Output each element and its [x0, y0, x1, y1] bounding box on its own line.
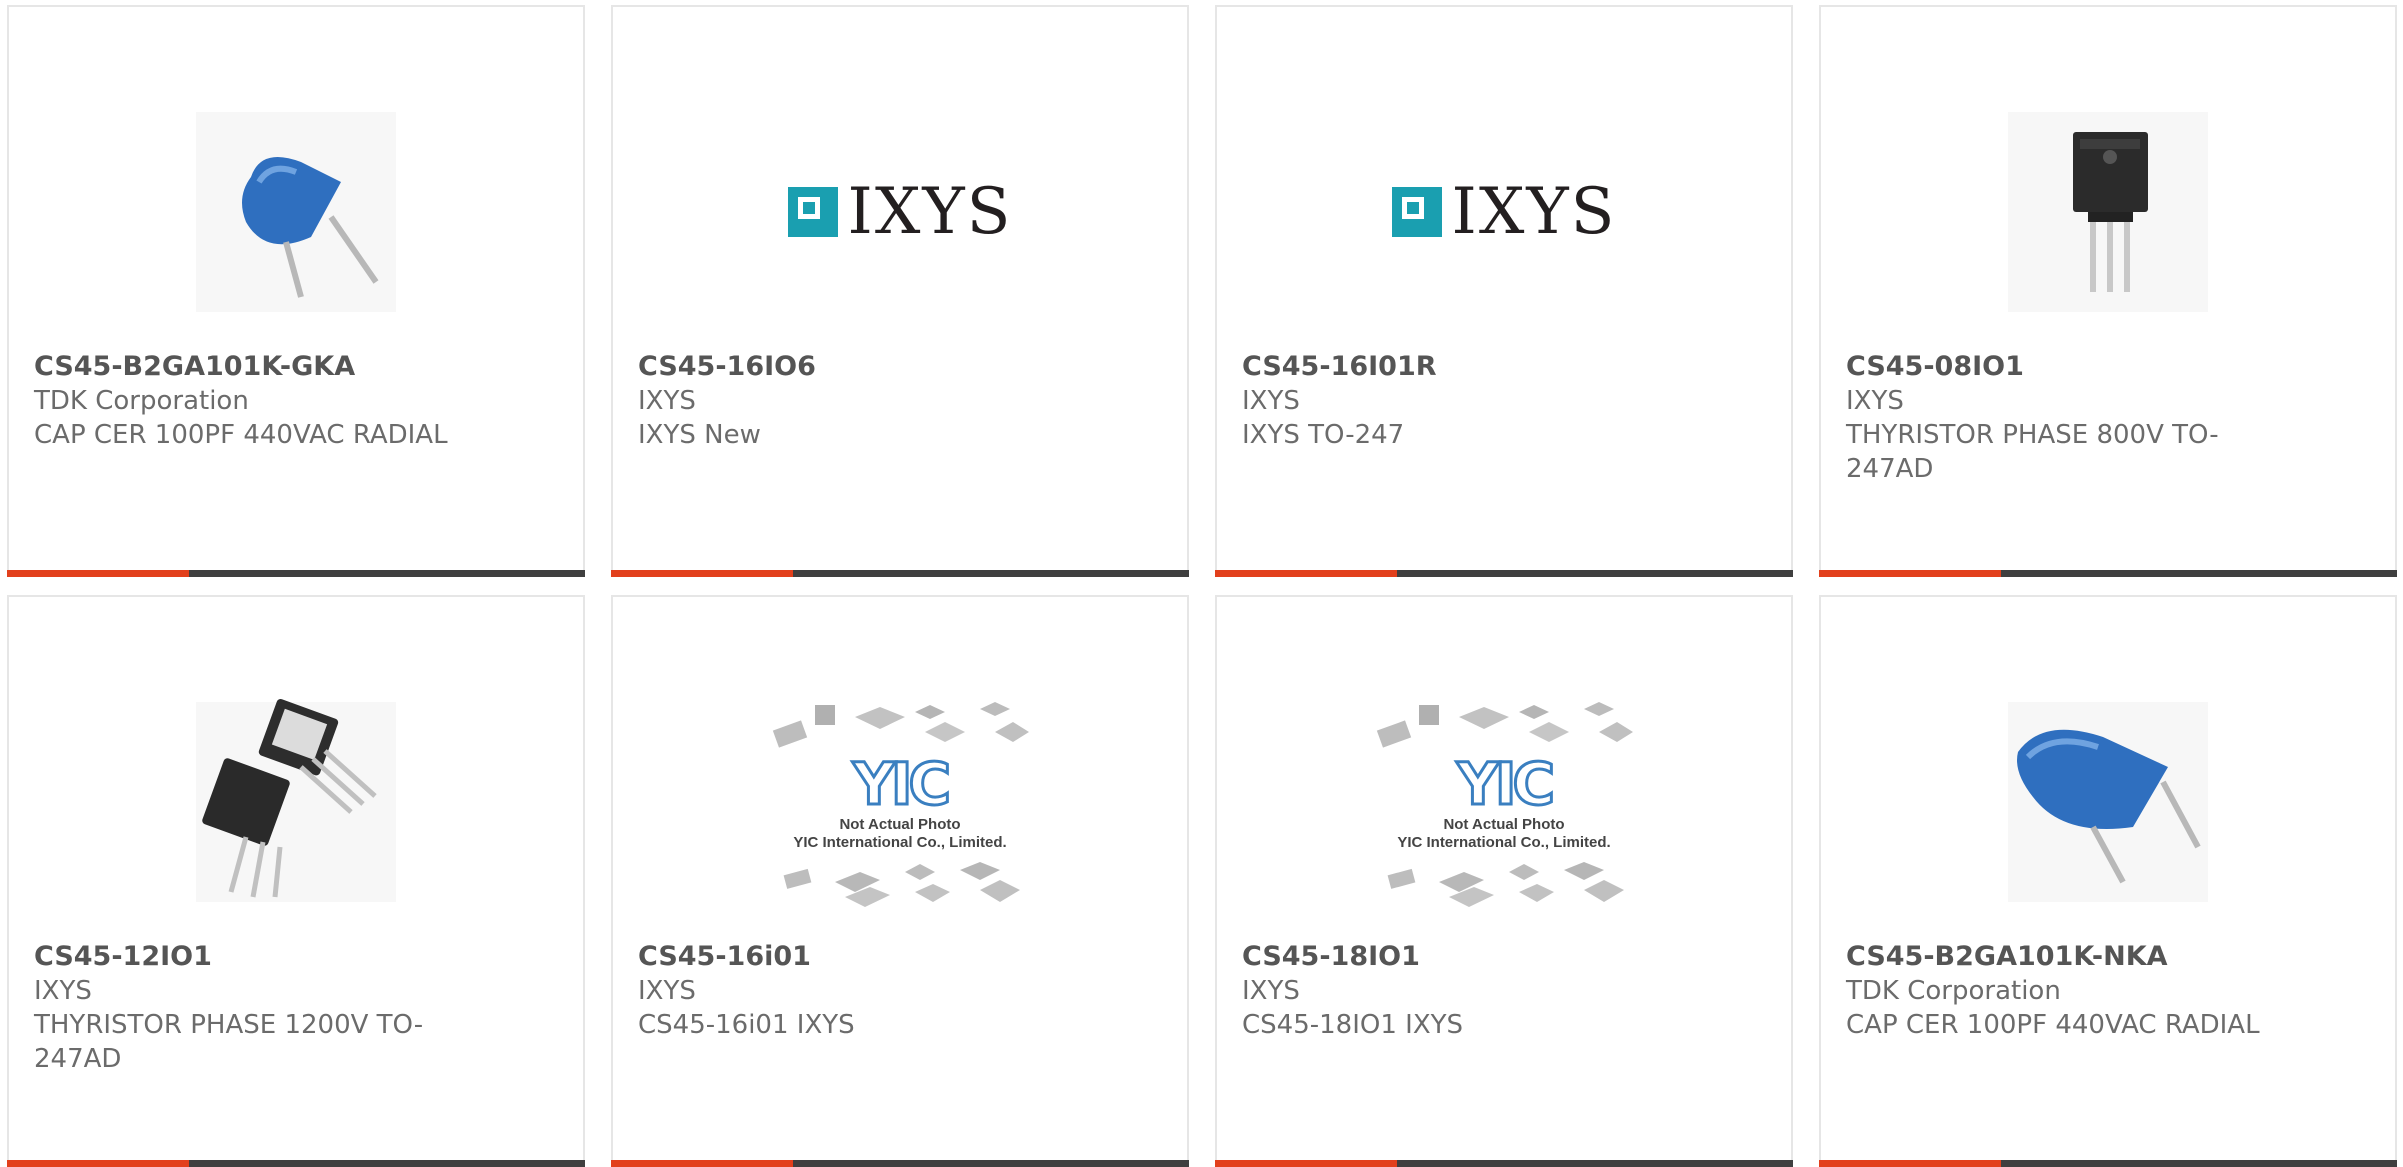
product-image[interactable]: IXYS	[613, 67, 1187, 357]
manufacturer: IXYS	[1242, 976, 1300, 1006]
ceramic-capacitor-image	[196, 112, 396, 312]
chip-cluster-bottom-image	[1387, 862, 1624, 907]
placeholder-line-1: Not Actual Photo	[1443, 816, 1565, 833]
ixys-logo: IXYS	[787, 175, 1013, 249]
product-card[interactable]: IXYS CS45-16I01R IXYS IXYS TO-247	[1215, 5, 1793, 577]
product-card[interactable]: CS45-12IO1 IXYS THYRISTOR PHASE 1200V TO…	[7, 595, 585, 1167]
ixys-mark-icon	[1391, 187, 1442, 237]
description: CAP CER 100PF 440VAC RADIAL	[34, 420, 448, 450]
product-card[interactable]: CS45-B2GA101K-NKA TDK Corporation CAP CE…	[1819, 595, 2397, 1167]
chip-cluster-top-image	[1376, 702, 1633, 748]
not-actual-photo-placeholder: YIC Not Actual Photo YIC International C…	[765, 697, 1035, 907]
ixys-logo: IXYS	[1391, 175, 1617, 249]
placeholder-line-2: YIC International Co., Limited.	[793, 834, 1007, 851]
manufacturer: IXYS	[1846, 386, 1904, 416]
card-bottom-bar	[611, 1160, 1189, 1167]
card-bottom-bar	[7, 1160, 585, 1167]
manufacturer: TDK Corporation	[34, 386, 249, 416]
product-card[interactable]: CS45-B2GA101K-GKA TDK Corporation CAP CE…	[7, 5, 585, 577]
card-accent-bar	[611, 570, 793, 577]
description: THYRISTOR PHASE 1200V TO-247AD	[34, 1010, 424, 1074]
manufacturer: IXYS	[34, 976, 92, 1006]
description: CS45-18IO1 IXYS	[1242, 1010, 1464, 1040]
description: CAP CER 100PF 440VAC RADIAL	[1846, 1010, 2260, 1040]
part-number[interactable]: CS45-B2GA101K-NKA	[1846, 940, 2266, 974]
description: IXYS New	[638, 420, 761, 450]
ixys-logo-text: IXYS	[847, 175, 1013, 249]
card-bottom-bar	[1819, 570, 2397, 577]
product-image[interactable]: IXYS	[1217, 67, 1791, 357]
description: THYRISTOR PHASE 800V TO-247AD	[1846, 420, 2219, 484]
card-accent-bar	[1215, 570, 1397, 577]
card-bottom-bar	[1215, 1160, 1793, 1167]
product-image[interactable]: YIC Not Actual Photo YIC International C…	[1217, 657, 1791, 947]
part-number[interactable]: CS45-18IO1	[1242, 940, 1662, 974]
manufacturer: IXYS	[1242, 386, 1300, 416]
product-image[interactable]	[1821, 67, 2395, 357]
part-number[interactable]: CS45-12IO1	[34, 940, 454, 974]
product-image[interactable]	[9, 657, 583, 947]
placeholder-line-2: YIC International Co., Limited.	[1397, 834, 1611, 851]
card-bottom-bar	[1215, 570, 1793, 577]
product-image[interactable]	[9, 67, 583, 357]
card-accent-bar	[7, 570, 189, 577]
placeholder-line-1: Not Actual Photo	[839, 816, 961, 833]
description: CS45-16i01 IXYS	[638, 1010, 855, 1040]
product-grid: CS45-B2GA101K-GKA TDK Corporation CAP CE…	[0, 0, 2403, 1167]
product-card[interactable]: CS45-08IO1 IXYS THYRISTOR PHASE 800V TO-…	[1819, 5, 2397, 577]
part-number[interactable]: CS45-16i01	[638, 940, 1058, 974]
part-number[interactable]: CS45-16IO6	[638, 350, 1058, 384]
card-accent-bar	[1819, 1160, 2001, 1167]
ceramic-capacitor-image	[2008, 702, 2208, 902]
ixys-mark-icon	[787, 187, 838, 237]
yic-logo: YIC	[851, 750, 952, 818]
product-card[interactable]: YIC Not Actual Photo YIC International C…	[1215, 595, 1793, 1167]
part-number[interactable]: CS45-08IO1	[1846, 350, 2266, 384]
product-image[interactable]	[1821, 657, 2395, 947]
chip-cluster-bottom-image	[783, 862, 1020, 907]
product-image[interactable]: YIC Not Actual Photo YIC International C…	[613, 657, 1187, 947]
product-card[interactable]: IXYS CS45-16IO6 IXYS IXYS New	[611, 5, 1189, 577]
chip-cluster-top-image	[772, 702, 1029, 748]
description: IXYS TO-247	[1242, 420, 1405, 450]
part-number[interactable]: CS45-16I01R	[1242, 350, 1662, 384]
card-bottom-bar	[1819, 1160, 2397, 1167]
yic-logo: YIC	[1455, 750, 1556, 818]
to247-two-packages-image	[196, 698, 396, 902]
card-accent-bar	[611, 1160, 793, 1167]
to247-package-image	[2008, 112, 2208, 312]
not-actual-photo-placeholder: YIC Not Actual Photo YIC International C…	[1369, 697, 1639, 907]
manufacturer: IXYS	[638, 976, 696, 1006]
card-bottom-bar	[7, 570, 585, 577]
card-accent-bar	[7, 1160, 189, 1167]
manufacturer: IXYS	[638, 386, 696, 416]
card-accent-bar	[1819, 570, 2001, 577]
manufacturer: TDK Corporation	[1846, 976, 2061, 1006]
card-bottom-bar	[611, 570, 1189, 577]
card-accent-bar	[1215, 1160, 1397, 1167]
product-card[interactable]: YIC Not Actual Photo YIC International C…	[611, 595, 1189, 1167]
ixys-logo-text: IXYS	[1451, 175, 1617, 249]
part-number[interactable]: CS45-B2GA101K-GKA	[34, 350, 454, 384]
